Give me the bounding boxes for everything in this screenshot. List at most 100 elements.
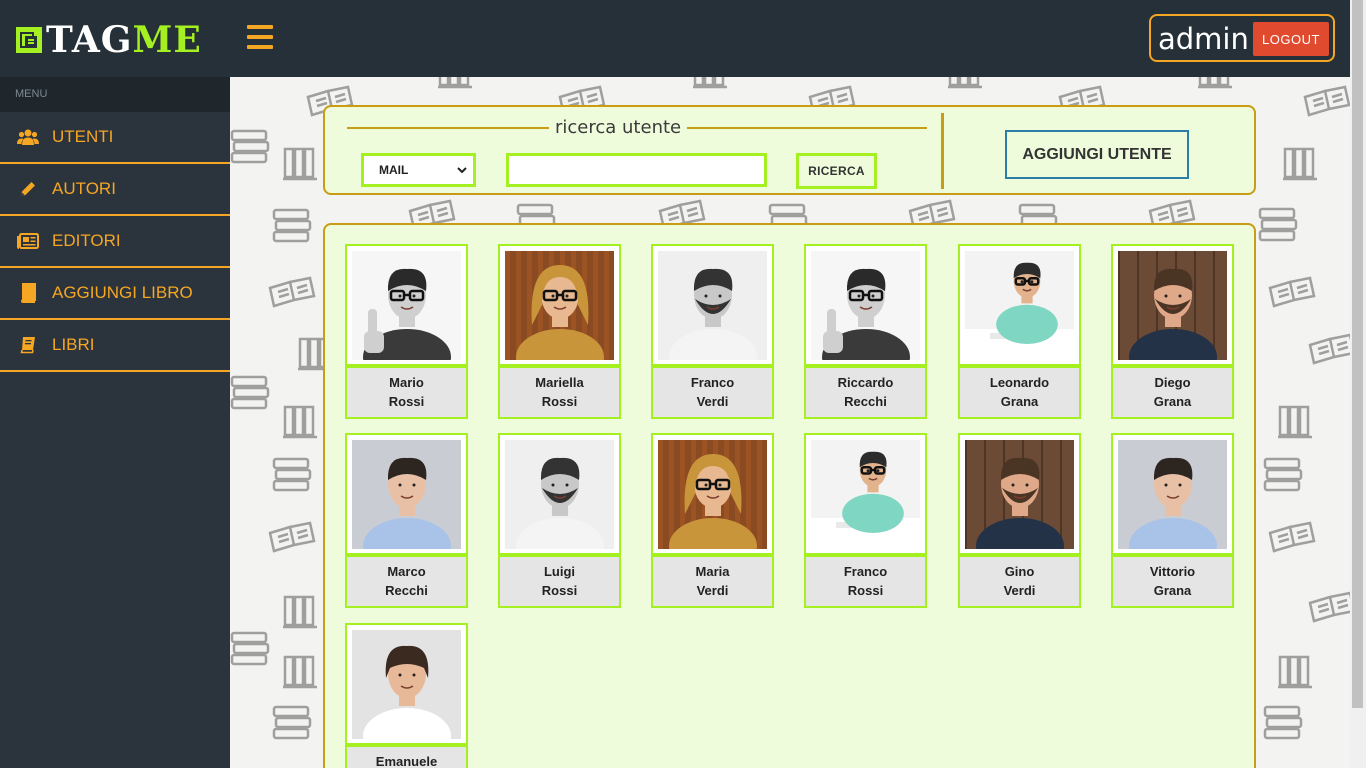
- user-first-name: Mariella: [535, 375, 584, 390]
- user-avatar[interactable]: [345, 433, 468, 555]
- user-first-name: Diego: [1154, 375, 1191, 390]
- hamburger-menu-icon[interactable]: [247, 25, 273, 49]
- logo-text-tag: TAG: [46, 19, 133, 61]
- search-button[interactable]: RICERCA: [796, 153, 877, 189]
- sidebar-item-editori[interactable]: EDITORI: [0, 216, 230, 268]
- user-avatar[interactable]: [1111, 433, 1234, 555]
- user-last-name: Grana: [1000, 394, 1039, 409]
- user-last-name: Rossi: [541, 583, 578, 598]
- user-card[interactable]: Gino Verdi: [958, 433, 1081, 608]
- user-name: Maria Verdi: [651, 554, 774, 608]
- user-last-name: Rossi: [847, 583, 884, 598]
- user-last-name: Recchi: [844, 394, 887, 409]
- user-avatar[interactable]: [651, 433, 774, 555]
- user-card[interactable]: Emanuele: [345, 623, 468, 768]
- user-last-name: Verdi: [1003, 583, 1036, 598]
- user-name: Vittorio Grana: [1111, 554, 1234, 608]
- user-card[interactable]: Luigi Rossi: [498, 433, 621, 608]
- user-first-name: Vittorio: [1149, 564, 1196, 579]
- app-logo[interactable]: TAGME: [16, 22, 202, 58]
- user-card[interactable]: Leonardo Grana: [958, 244, 1081, 419]
- search-panel: ricerca utente MAIL RICERCA AGGIUNGI UTE…: [323, 105, 1256, 195]
- user-name: Mariella Rossi: [498, 365, 621, 419]
- book-open-icon: [17, 335, 39, 355]
- user-card[interactable]: Mariella Rossi: [498, 244, 621, 419]
- vertical-divider: [941, 113, 944, 189]
- user-last-name: Verdi: [696, 394, 729, 409]
- user-name: Luigi Rossi: [498, 554, 621, 608]
- add-user-button[interactable]: AGGIUNGI UTENTE: [1005, 130, 1189, 179]
- user-avatar[interactable]: [1111, 244, 1234, 366]
- user-card[interactable]: Franco Verdi: [651, 244, 774, 419]
- user-first-name: Leonardo: [989, 375, 1050, 390]
- user-avatar[interactable]: [804, 244, 927, 366]
- user-last-name: Recchi: [385, 583, 428, 598]
- select-value: MAIL: [379, 163, 409, 177]
- user-avatar[interactable]: [345, 244, 468, 366]
- user-last-name: Rossi: [388, 394, 425, 409]
- search-input[interactable]: [506, 153, 767, 187]
- menu-header: MENU: [0, 77, 230, 112]
- sidebar-item-label: EDITORI: [52, 231, 121, 250]
- user-name: Emanuele: [345, 744, 468, 768]
- user-first-name: Maria: [695, 564, 730, 579]
- user-name: Mario Rossi: [345, 365, 468, 419]
- book-icon: [17, 283, 39, 303]
- newspaper-icon: [17, 231, 39, 251]
- logo-icon: [16, 27, 42, 53]
- logo-text-me: ME: [132, 19, 202, 61]
- user-first-name: Franco: [843, 564, 888, 579]
- sidebar-item-utenti[interactable]: UTENTI: [0, 112, 230, 164]
- sidebar-item-label: AUTORI: [52, 179, 116, 198]
- user-first-name: Luigi: [543, 564, 576, 579]
- user-card[interactable]: Marco Recchi: [345, 433, 468, 608]
- top-bar: TAGME admin LOGOUT: [0, 0, 1350, 77]
- search-legend: ricerca utente: [549, 117, 688, 138]
- user-card[interactable]: Vittorio Grana: [1111, 433, 1234, 608]
- user-card[interactable]: Mario Rossi: [345, 244, 468, 419]
- sidebar: MENU UTENTI AUTORI EDITORI AGGIUNGI LIBR…: [0, 77, 230, 768]
- logout-button[interactable]: LOGOUT: [1253, 22, 1329, 56]
- scrollbar-thumb[interactable]: [1352, 0, 1363, 708]
- user-avatar[interactable]: [498, 244, 621, 366]
- sidebar-item-label: UTENTI: [52, 127, 114, 146]
- user-name: Diego Grana: [1111, 365, 1234, 419]
- pencil-icon: [17, 179, 39, 199]
- user-name: Franco Rossi: [804, 554, 927, 608]
- user-first-name: Gino: [1004, 564, 1035, 579]
- sidebar-item-libri[interactable]: LIBRI: [0, 320, 230, 372]
- user-first-name: Emanuele: [375, 754, 438, 768]
- sidebar-item-label: AGGIUNGI LIBRO: [52, 283, 193, 302]
- user-name: Riccardo Recchi: [804, 365, 927, 419]
- user-name: Marco Recchi: [345, 554, 468, 608]
- user-last-name: Grana: [1153, 583, 1192, 598]
- user-last-name: Verdi: [696, 583, 729, 598]
- user-avatar[interactable]: [651, 244, 774, 366]
- users-icon: [17, 127, 39, 147]
- user-box: admin LOGOUT: [1149, 14, 1335, 62]
- user-avatar[interactable]: [498, 433, 621, 555]
- user-avatar[interactable]: [345, 623, 468, 745]
- user-card[interactable]: Riccardo Recchi: [804, 244, 927, 419]
- user-first-name: Mario: [389, 375, 424, 390]
- sidebar-item-autori[interactable]: AUTORI: [0, 164, 230, 216]
- user-avatar[interactable]: [958, 433, 1081, 555]
- user-card[interactable]: Franco Rossi: [804, 433, 927, 608]
- user-avatar[interactable]: [958, 244, 1081, 366]
- sidebar-item-label: LIBRI: [52, 335, 95, 354]
- username-label: admin: [1158, 22, 1249, 56]
- user-card[interactable]: Maria Verdi: [651, 433, 774, 608]
- user-last-name: Rossi: [541, 394, 578, 409]
- user-name: Gino Verdi: [958, 554, 1081, 608]
- user-first-name: Riccardo: [837, 375, 894, 390]
- user-name: Leonardo Grana: [958, 365, 1081, 419]
- user-name: Franco Verdi: [651, 365, 774, 419]
- user-last-name: Grana: [1153, 394, 1192, 409]
- user-card[interactable]: Diego Grana: [1111, 244, 1234, 419]
- user-avatar[interactable]: [804, 433, 927, 555]
- user-first-name: Marco: [387, 564, 426, 579]
- search-field-select[interactable]: MAIL: [361, 153, 476, 187]
- sidebar-item-aggiungi-libro[interactable]: AGGIUNGI LIBRO: [0, 268, 230, 320]
- user-first-name: Franco: [690, 375, 735, 390]
- chevron-down-icon: [457, 164, 467, 178]
